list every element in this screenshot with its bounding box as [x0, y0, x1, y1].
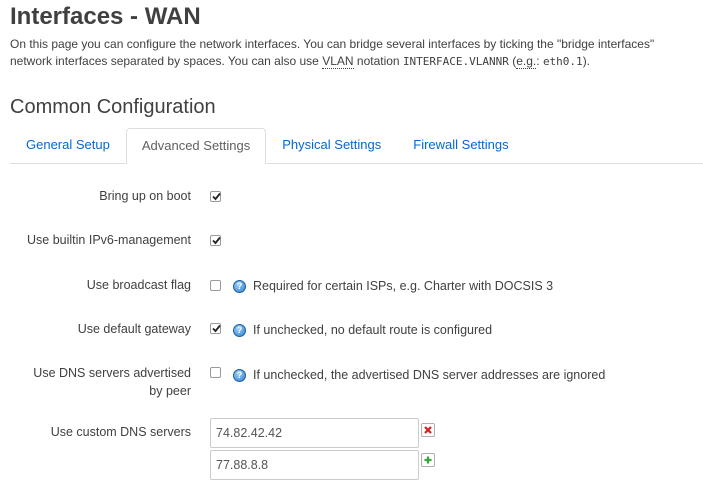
- add-icon: [424, 456, 432, 464]
- section-title: Common Configuration: [10, 96, 216, 118]
- description-text: ).: [582, 54, 591, 68]
- check-icon: [212, 236, 221, 245]
- description-text: :: [536, 54, 543, 68]
- help-icon: ?: [233, 324, 246, 337]
- broadcast-flag-help: Required for certain ISPs, e.g. Charter …: [253, 279, 554, 293]
- eg-abbr: e.g.: [516, 54, 537, 69]
- description-text: notation: [353, 54, 403, 68]
- peer-dns-checkbox[interactable]: [210, 367, 221, 378]
- peer-dns-help: If unchecked, the advertised DNS server …: [253, 368, 606, 382]
- page-title: Interfaces - WAN: [10, 3, 201, 30]
- builtin-ipv6-label: Use builtin IPv6-management: [27, 233, 191, 247]
- help-icon: ?: [233, 369, 246, 382]
- bring-up-on-boot-label: Bring up on boot: [99, 189, 191, 203]
- broadcast-flag-label: Use broadcast flag: [86, 278, 191, 292]
- remove-icon: [424, 426, 432, 434]
- help-icon: ?: [233, 280, 246, 293]
- default-gateway-checkbox[interactable]: [210, 323, 221, 334]
- tab-bar: General Setup Advanced Settings Physical…: [10, 128, 703, 164]
- description-line-2: network interfaces separated by spaces. …: [10, 53, 703, 70]
- add-dns-button[interactable]: [421, 453, 435, 467]
- vlan-abbr: VLAN: [322, 54, 354, 69]
- notation-code: INTERFACE.VLANNR: [402, 55, 509, 68]
- description-line-1: On this page you can configure the netwo…: [10, 37, 655, 51]
- bring-up-on-boot-checkbox[interactable]: [210, 191, 221, 202]
- page-description: On this page you can configure the netwo…: [10, 36, 703, 70]
- peer-dns-label-line-1: Use DNS servers advertised: [33, 366, 191, 380]
- remove-dns-button[interactable]: [421, 423, 435, 437]
- tab-advanced-settings[interactable]: Advanced Settings: [125, 128, 267, 164]
- broadcast-flag-checkbox[interactable]: [210, 280, 221, 291]
- builtin-ipv6-checkbox[interactable]: [210, 235, 221, 246]
- default-gateway-label: Use default gateway: [77, 322, 191, 336]
- tab-general-setup[interactable]: General Setup: [10, 128, 126, 162]
- check-icon: [212, 324, 221, 333]
- custom-dns-input-1[interactable]: [210, 418, 419, 448]
- custom-dns-input-2[interactable]: [210, 450, 419, 480]
- tab-physical-settings[interactable]: Physical Settings: [266, 128, 397, 162]
- peer-dns-label: Use DNS servers advertised by peer: [6, 364, 191, 400]
- default-gateway-help: If unchecked, no default route is config…: [253, 323, 493, 337]
- description-text: network interfaces separated by spaces. …: [10, 54, 323, 68]
- custom-dns-label: Use custom DNS servers: [50, 425, 191, 439]
- tab-firewall-settings[interactable]: Firewall Settings: [397, 128, 524, 162]
- check-icon: [212, 192, 221, 201]
- peer-dns-label-line-2: by peer: [149, 384, 191, 398]
- example-code: eth0.1: [542, 55, 583, 68]
